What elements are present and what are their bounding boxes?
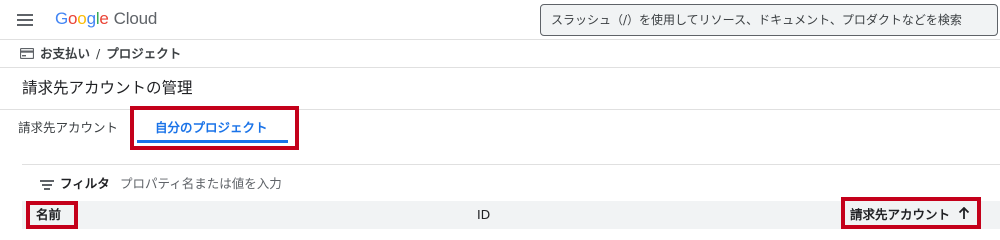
- search-input[interactable]: スラッシュ（/）を使用してリソース、ドキュメント、プロダクトなどを検索: [540, 4, 998, 36]
- filter-input[interactable]: プロパティ名または値を入力: [120, 174, 282, 194]
- billing-icon: [19, 45, 35, 65]
- breadcrumb-billing[interactable]: お支払い: [40, 46, 90, 61]
- menu-icon[interactable]: [15, 12, 35, 28]
- tab-billing-accounts[interactable]: 請求先アカウント: [18, 116, 118, 140]
- highlight-box-tab: [130, 106, 299, 150]
- google-cloud-logo[interactable]: Google Cloud: [55, 8, 157, 30]
- logo-cloud-text: Cloud: [113, 9, 158, 28]
- highlight-box-billing-column: [841, 197, 981, 229]
- filter-label[interactable]: フィルタ: [60, 174, 110, 194]
- breadcrumb-separator: /: [96, 46, 101, 61]
- logo-google-text: Google: [55, 9, 109, 28]
- breadcrumb: お支払い / プロジェクト: [19, 44, 182, 65]
- page-title: 請求先アカウントの管理: [22, 79, 193, 97]
- breadcrumb-current: プロジェクト: [106, 46, 182, 61]
- top-bar: Google Cloud スラッシュ（/）を使用してリソース、ドキュメント、プロダ…: [0, 0, 1000, 40]
- highlight-box-name-column: [26, 201, 78, 229]
- column-header-id[interactable]: ID: [477, 201, 490, 229]
- panel-divider: [22, 164, 1000, 165]
- filter-icon[interactable]: [40, 180, 54, 190]
- divider: [0, 67, 1000, 68]
